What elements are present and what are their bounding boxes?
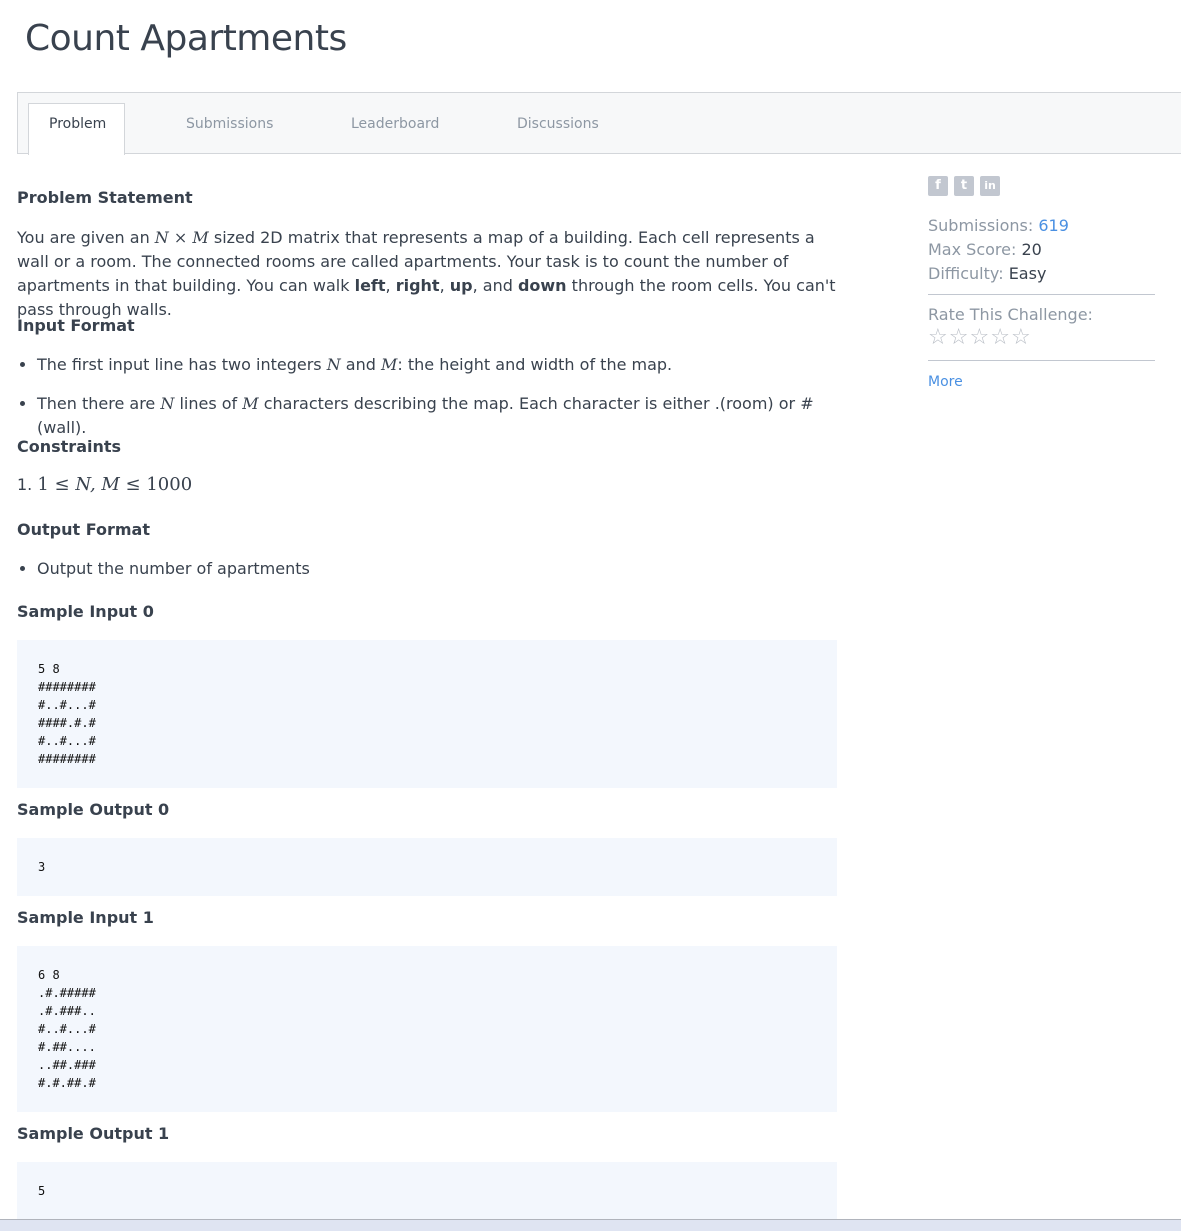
math: N × M <box>154 228 209 247</box>
text: You are given an <box>17 228 155 247</box>
text: , <box>439 276 450 295</box>
sample-input-0-heading: Sample Input 0 <box>17 602 154 621</box>
sample-output-1-heading: Sample Output 1 <box>17 1124 170 1143</box>
tab-discussions[interactable]: Discussions <box>517 93 599 154</box>
text: , and <box>472 276 518 295</box>
math: M <box>380 355 398 374</box>
linkedin-icon[interactable]: in <box>980 176 1000 196</box>
math: M <box>242 394 259 413</box>
difficulty-stat: Difficulty: Easy <box>928 262 1155 286</box>
tab-leaderboard[interactable]: Leaderboard <box>351 93 439 154</box>
list-item: The first input line has two integers N … <box>37 353 837 377</box>
page-title: Count Apartments <box>25 18 347 59</box>
problem-description: You are given an N × M sized 2D matrix t… <box>17 226 837 322</box>
list-item: Then there are N lines of M characters d… <box>37 392 837 440</box>
output-format-list: Output the number of apartments <box>17 557 310 581</box>
star-icon[interactable]: ☆ <box>990 325 1010 350</box>
star-icon[interactable]: ☆ <box>928 325 948 350</box>
label: Submissions: <box>928 216 1034 235</box>
more-link[interactable]: More <box>928 374 963 390</box>
bold: left <box>354 276 386 295</box>
text: , <box>385 276 396 295</box>
max-score-stat: Max Score: 20 <box>928 238 1155 262</box>
output-format-heading: Output Format <box>17 520 150 539</box>
text: The first input line has two integers <box>37 355 327 374</box>
bold: right <box>395 276 440 295</box>
taskbar <box>0 1219 1181 1231</box>
rating-stars[interactable]: ☆☆☆☆☆ <box>928 327 1155 350</box>
value: 20 <box>1021 240 1042 259</box>
input-format-list: The first input line has two integers N … <box>17 353 837 440</box>
text: : the height and width of the map. <box>397 355 673 374</box>
sample-output-1: 5 <box>17 1162 837 1220</box>
tab-bar: Problem Submissions Leaderboard Discussi… <box>17 92 1181 155</box>
star-icon[interactable]: ☆ <box>949 325 969 350</box>
math: N <box>160 394 175 413</box>
constraint: 1. 1 ≤ N, M ≤ 1000 <box>17 473 837 497</box>
sample-input-1: 6 8 .#.##### .#.###.. #..#...# #.##.... … <box>17 946 837 1112</box>
constraints-heading: Constraints <box>17 437 122 456</box>
math: N <box>326 355 341 374</box>
problem-statement-heading: Problem Statement <box>17 188 193 207</box>
divider <box>928 360 1155 361</box>
sample-input-1-heading: Sample Input 1 <box>17 908 154 927</box>
label: Difficulty: <box>928 264 1004 283</box>
challenge-sidebar: f t in Submissions: 619 Max Score: 20 Diff… <box>928 172 1155 394</box>
value: Easy <box>1008 264 1047 283</box>
tab-submissions[interactable]: Submissions <box>186 93 273 154</box>
math: 1 ≤ <box>37 474 76 495</box>
facebook-icon[interactable]: f <box>928 176 948 196</box>
rate-label: Rate This Challenge: <box>928 305 1093 324</box>
bold: down <box>517 276 567 295</box>
twitter-icon[interactable]: t <box>954 176 974 196</box>
text: Then there are <box>37 394 161 413</box>
sample-input-0: 5 8 ######## #..#...# ####.#.# #..#...# … <box>17 640 837 788</box>
math: N, M <box>75 474 120 495</box>
list-item: Output the number of apartments <box>37 557 310 581</box>
sample-output-0-heading: Sample Output 0 <box>17 800 170 819</box>
text: lines of <box>174 394 243 413</box>
tab-problem[interactable]: Problem <box>28 103 125 155</box>
text: and <box>340 355 381 374</box>
sample-output-0: 3 <box>17 838 837 896</box>
submissions-stat: Submissions: 619 <box>928 214 1155 238</box>
math: ≤ 1000 <box>119 474 193 495</box>
label: Max Score: <box>928 240 1017 259</box>
divider <box>928 294 1155 295</box>
input-format-heading: Input Format <box>17 316 135 335</box>
bold: up <box>449 276 473 295</box>
star-icon[interactable]: ☆ <box>1011 325 1031 350</box>
submissions-link[interactable]: 619 <box>1038 216 1069 235</box>
text: 1. <box>17 475 38 494</box>
star-icon[interactable]: ☆ <box>969 325 989 350</box>
